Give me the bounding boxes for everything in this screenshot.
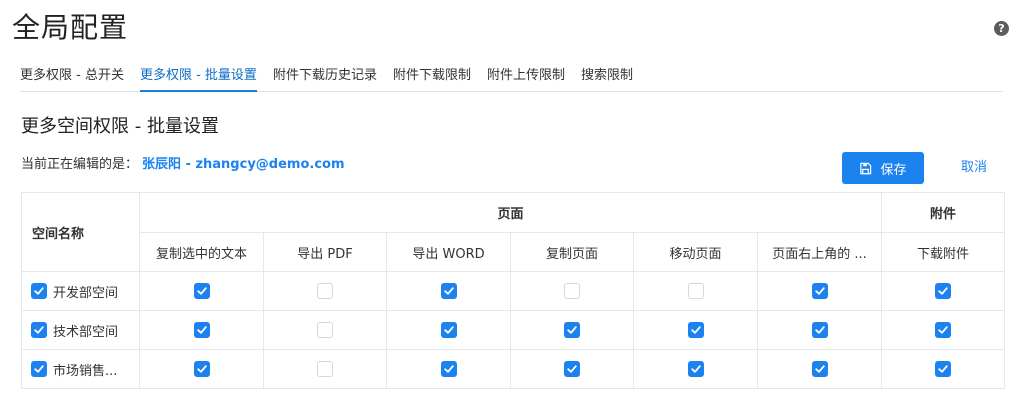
space-name-wrap: 开发部空间: [31, 282, 139, 301]
permission-cell: [263, 349, 387, 389]
permission-cell: [139, 349, 264, 389]
permission-checkbox[interactable]: [440, 322, 457, 338]
tab-search-limit[interactable]: 搜索限制: [581, 66, 633, 92]
permission-checkbox[interactable]: [935, 322, 952, 338]
save-button[interactable]: 保存: [842, 152, 924, 184]
permission-cell: [633, 349, 758, 389]
space-name-label: 技术部空间: [53, 324, 119, 340]
permission-checkbox[interactable]: [564, 322, 580, 338]
permission-checkbox[interactable]: [811, 283, 828, 299]
help-icon[interactable]: ?: [994, 21, 1009, 36]
space-name-cell: 开发部空间: [21, 271, 140, 311]
space-name-cell: 技术部空间: [21, 310, 140, 350]
permission-cell: [510, 310, 634, 350]
permission-checkbox[interactable]: [317, 361, 333, 377]
permission-cell: [139, 310, 264, 350]
space-name-label: 开发部空间: [53, 285, 119, 301]
space-name-wrap: 技术部空间: [31, 321, 139, 340]
tab-attachment-download-history[interactable]: 附件下载历史记录: [273, 66, 377, 92]
tab-attachment-download-limit[interactable]: 附件下载限制: [393, 66, 471, 92]
tab-attachment-upload-limit[interactable]: 附件上传限制: [487, 66, 565, 92]
permissions-table: 空间名称 页面 附件 复制选中的文本 导出 PDF 导出 WORD 复制页面 移…: [21, 192, 1006, 389]
row-select-checkbox[interactable]: [31, 322, 47, 338]
permission-checkbox[interactable]: [317, 283, 333, 299]
column-header: 下载附件: [881, 232, 1006, 272]
permission-checkbox[interactable]: [935, 283, 952, 299]
permission-cell: [386, 271, 511, 311]
permission-cell: [139, 271, 264, 311]
column-header: 导出 PDF: [263, 232, 387, 272]
permission-cell: [756, 310, 883, 350]
permission-checkbox[interactable]: [564, 361, 580, 377]
permission-checkbox[interactable]: [193, 283, 210, 299]
table-row: 市场销售...: [21, 349, 1006, 389]
permissions-table-body: 开发部空间技术部空间市场销售...: [21, 271, 1006, 389]
editing-info: 当前正在编辑的是： 张辰阳 - zhangcy@demo.com: [21, 153, 345, 172]
section-title: 更多空间权限 - 批量设置: [21, 116, 219, 137]
permission-checkbox[interactable]: [687, 283, 704, 299]
permission-cell: [881, 349, 1006, 389]
editing-label: 当前正在编辑的是：: [21, 157, 139, 172]
permission-checkbox[interactable]: [193, 361, 210, 377]
save-icon: [860, 162, 872, 174]
page-title: 全局配置: [12, 11, 129, 44]
permission-checkbox[interactable]: [440, 283, 457, 299]
column-header: 页面右上角的 ...: [756, 232, 883, 272]
column-header: 复制选中的文本: [139, 232, 264, 272]
permission-cell: [756, 271, 883, 311]
group-header-attachment: 附件: [881, 192, 1006, 233]
row-select-checkbox[interactable]: [31, 283, 47, 299]
row-select-checkbox[interactable]: [31, 361, 47, 377]
cancel-button[interactable]: 取消: [948, 152, 1000, 184]
permission-cell: [510, 349, 634, 389]
space-name-cell: 市场销售...: [21, 349, 140, 389]
space-name-header: 空间名称: [21, 192, 140, 272]
permission-cell: [386, 349, 511, 389]
permission-cell: [881, 310, 1006, 350]
column-header: 复制页面: [510, 232, 634, 272]
permission-checkbox[interactable]: [687, 361, 704, 377]
permission-checkbox[interactable]: [440, 361, 457, 377]
tab-bar: 更多权限 - 总开关 更多权限 - 批量设置 附件下载历史记录 附件下载限制 附…: [20, 66, 1003, 92]
group-header-page: 页面: [138, 192, 883, 233]
column-header: 导出 WORD: [386, 232, 511, 272]
table-row: 开发部空间: [21, 271, 1006, 311]
permission-cell: [510, 271, 634, 311]
permission-cell: [633, 310, 758, 350]
editing-user: 张辰阳 - zhangcy@demo.com: [142, 157, 345, 172]
save-button-label: 保存: [880, 162, 907, 178]
column-header: 移动页面: [633, 232, 758, 272]
tab-permissions-master-switch[interactable]: 更多权限 - 总开关: [20, 66, 124, 92]
space-name-label: 市场销售...: [53, 363, 118, 379]
permission-checkbox[interactable]: [317, 322, 333, 338]
table-row: 技术部空间: [21, 310, 1006, 350]
tab-permissions-batch-settings[interactable]: 更多权限 - 批量设置: [139, 66, 257, 92]
permission-cell: [756, 349, 883, 389]
permission-checkbox[interactable]: [811, 322, 828, 338]
permission-checkbox[interactable]: [687, 322, 704, 338]
permission-cell: [881, 271, 1006, 311]
permission-cell: [386, 310, 511, 350]
permission-cell: [633, 271, 758, 311]
permission-cell: [263, 310, 387, 350]
permission-checkbox[interactable]: [193, 322, 210, 338]
permission-checkbox[interactable]: [564, 283, 580, 299]
space-name-wrap: 市场销售...: [31, 360, 139, 379]
permission-checkbox[interactable]: [935, 361, 952, 377]
permission-checkbox[interactable]: [811, 361, 828, 377]
permission-cell: [263, 271, 387, 311]
